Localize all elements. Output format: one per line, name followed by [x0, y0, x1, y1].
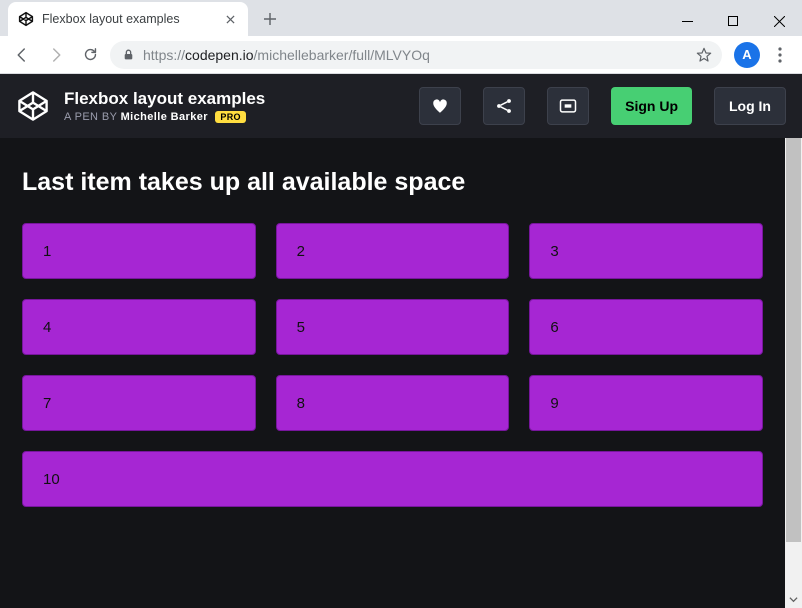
vertical-scrollbar[interactable] — [785, 138, 802, 608]
browser-tab[interactable]: Flexbox layout examples — [8, 2, 248, 36]
grid-item-label: 8 — [297, 395, 305, 412]
profile-avatar[interactable]: A — [734, 42, 760, 68]
pro-badge: PRO — [215, 111, 245, 123]
grid-item-label: 2 — [297, 243, 305, 260]
avatar-letter: A — [742, 47, 751, 62]
login-button[interactable]: Log In — [714, 87, 786, 125]
grid-item: 5 — [276, 299, 510, 355]
signup-button[interactable]: Sign Up — [611, 87, 692, 125]
browser-chrome: Flexbox layout examples — [0, 0, 802, 74]
change-view-button[interactable] — [547, 87, 589, 125]
grid-item-label: 4 — [43, 319, 51, 336]
bookmark-star-icon[interactable] — [696, 47, 712, 63]
window-close-button[interactable] — [756, 6, 802, 36]
address-bar: https://codepen.io/michellebarker/full/M… — [0, 36, 802, 74]
codepen-header: Flexbox layout examples A PEN BY Michell… — [0, 74, 802, 138]
scrollbar-thumb[interactable] — [786, 138, 801, 542]
grid-item-label: 3 — [550, 243, 558, 260]
window-minimize-button[interactable] — [664, 6, 710, 36]
login-label: Log In — [729, 98, 771, 114]
grid-item: 2 — [276, 223, 510, 279]
grid-item: 7 — [22, 375, 256, 431]
tab-close-icon[interactable] — [222, 11, 238, 27]
grid-item-label: 7 — [43, 395, 51, 412]
forward-button[interactable] — [42, 41, 70, 69]
window-maximize-button[interactable] — [710, 6, 756, 36]
grid-item-label: 1 — [43, 243, 51, 260]
grid-item: 8 — [276, 375, 510, 431]
grid-item-label: 5 — [297, 319, 305, 336]
share-button[interactable] — [483, 87, 525, 125]
flex-grid: 1 2 3 4 5 6 7 8 9 10 — [22, 223, 763, 507]
byline-prefix: A PEN BY — [64, 111, 117, 123]
signup-label: Sign Up — [625, 98, 678, 114]
grid-item: 9 — [529, 375, 763, 431]
grid-item-label: 9 — [550, 395, 558, 412]
browser-menu-button[interactable] — [766, 41, 794, 69]
tab-strip: Flexbox layout examples — [0, 0, 802, 36]
section-heading: Last item takes up all available space — [22, 168, 763, 197]
pen-result: Last item takes up all available space 1… — [0, 138, 785, 608]
url-text: https://codepen.io/michellebarker/full/M… — [143, 47, 688, 63]
lock-icon — [122, 48, 135, 61]
pen-meta: Flexbox layout examples A PEN BY Michell… — [64, 89, 265, 123]
codepen-logo-icon[interactable] — [16, 89, 50, 123]
pen-title[interactable]: Flexbox layout examples — [64, 89, 265, 109]
grid-item-label: 6 — [550, 319, 558, 336]
grid-item: 6 — [529, 299, 763, 355]
scrollbar-arrow-down-icon[interactable] — [785, 591, 802, 608]
content-area: Last item takes up all available space 1… — [0, 138, 802, 608]
back-button[interactable] — [8, 41, 36, 69]
grid-item-label: 10 — [43, 471, 60, 488]
grid-item: 4 — [22, 299, 256, 355]
love-button[interactable] — [419, 87, 461, 125]
grid-item: 1 — [22, 223, 256, 279]
new-tab-button[interactable] — [256, 5, 284, 33]
omnibox[interactable]: https://codepen.io/michellebarker/full/M… — [110, 41, 722, 69]
grid-item: 3 — [529, 223, 763, 279]
codepen-favicon — [18, 11, 34, 27]
tab-title: Flexbox layout examples — [42, 12, 214, 26]
reload-button[interactable] — [76, 41, 104, 69]
author-link[interactable]: Michelle Barker — [121, 111, 208, 123]
pen-byline: A PEN BY Michelle Barker PRO — [64, 111, 265, 123]
grid-item: 10 — [22, 451, 763, 507]
